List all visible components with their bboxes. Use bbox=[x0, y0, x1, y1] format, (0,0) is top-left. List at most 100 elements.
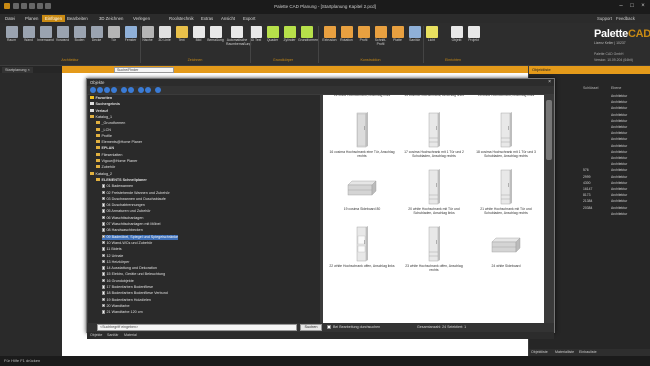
search-button[interactable]: Suchen bbox=[300, 324, 322, 331]
ribbon-button-5[interactable]: Decke bbox=[88, 25, 105, 56]
tree-node[interactable]: 21 Wandfarbe 120 cm bbox=[102, 310, 143, 315]
tree-node[interactable]: 05 Armaturen und Zubehör bbox=[102, 209, 151, 214]
tree-node[interactable]: 02 Freistehende Wannen und Zubehör bbox=[102, 190, 170, 196]
tree-node[interactable]: Katalog_1 bbox=[90, 114, 112, 120]
tree-node[interactable]: 11 Bidets bbox=[102, 247, 122, 252]
thumbnail-item[interactable]: 24 white Sideboard bbox=[471, 222, 541, 278]
ribbon-button-13[interactable]: Automatische Raumbemaßung bbox=[226, 25, 251, 56]
tree-node[interactable]: Elements@Home Planer bbox=[96, 140, 142, 145]
ribbon-button-20[interactable]: Profil bbox=[355, 25, 372, 56]
tree-node[interactable]: Verlauf bbox=[90, 108, 108, 114]
home-icon[interactable] bbox=[111, 87, 117, 93]
tree-node[interactable]: 09 Badmöbel, Spiegel und Spiegelschränke bbox=[102, 234, 179, 240]
scrollbar-thumb[interactable] bbox=[546, 100, 552, 160]
ribbon-button-24[interactable]: Licht bbox=[423, 25, 440, 56]
ribbon-button-10[interactable]: Text bbox=[173, 25, 190, 56]
menu-6[interactable]: Roolstechnik bbox=[166, 15, 197, 22]
thumbnail-item[interactable]: 22 white Hochschrank offen, Anschlag lin… bbox=[327, 222, 397, 278]
ribbon-button-18[interactable]: Extrusion bbox=[321, 25, 338, 56]
menu-4[interactable]: 3D Zeichnen bbox=[96, 15, 126, 22]
tree-node[interactable]: 07 Waschtischanlagen mit Möbel bbox=[102, 222, 160, 227]
expand-icon[interactable] bbox=[121, 87, 127, 93]
dialog-close-icon[interactable]: × bbox=[548, 79, 551, 86]
tree-node[interactable]: _LCN bbox=[96, 127, 111, 133]
thumbnail-item[interactable]: 12 clivia Hochschrank, Anschlag links bbox=[327, 95, 397, 107]
tree-node[interactable]: 03 Duschwannen und Duschablaufe bbox=[102, 196, 166, 202]
thumbnail-item[interactable]: 15 clivia Hochschrank, Anschlag links bbox=[471, 95, 541, 107]
ribbon-button-23[interactable]: Sanitär bbox=[406, 25, 423, 56]
ribbon-button-21[interactable]: Schnitt-Profil bbox=[372, 25, 389, 56]
ribbon-button-9[interactable]: 3D Linie bbox=[156, 25, 173, 56]
ribbon-button-16[interactable]: Zylinder bbox=[281, 25, 298, 56]
tree-node[interactable]: 15 Elektro, Geräte und Beleuchtung bbox=[102, 272, 165, 277]
ribbon-button-3[interactable]: Vorwand bbox=[54, 25, 71, 56]
thumbnail-scrollbar[interactable] bbox=[545, 95, 553, 323]
menu-2[interactable]: Einfügen bbox=[42, 15, 65, 22]
tree-node[interactable]: 14 Ausstattung und Dekoration bbox=[102, 266, 157, 271]
dialog-tab-1[interactable]: Sanitär bbox=[107, 333, 118, 337]
tree-node[interactable]: EPLAN bbox=[96, 146, 114, 151]
canvas-search-field[interactable]: Suche/Finder bbox=[114, 66, 174, 73]
tree-node[interactable]: 17 Bodenfarben Bodenfliese bbox=[102, 285, 153, 290]
collapse-icon[interactable] bbox=[128, 87, 134, 93]
menu-9[interactable]: Export bbox=[240, 15, 258, 22]
tree-node[interactable]: Profile bbox=[96, 133, 112, 139]
list-icon[interactable] bbox=[145, 87, 151, 93]
tree-node[interactable]: Fliesenlatten bbox=[96, 152, 122, 158]
menu-5[interactable]: Verlegen bbox=[130, 15, 153, 22]
tree-node[interactable]: 19 Bodenfarben Holzdielen bbox=[102, 297, 151, 303]
dialog-title-bar[interactable]: Objekte × bbox=[87, 79, 554, 86]
thumbnail-item[interactable]: 20 white Hochschrank mit Tür und Schubla… bbox=[399, 165, 469, 221]
close-button[interactable]: × bbox=[638, 2, 648, 11]
menu-right-1[interactable]: Feedback bbox=[616, 15, 635, 22]
column-level[interactable]: Ebene bbox=[611, 86, 621, 92]
tree-node[interactable]: 18 Bodenfarben Bodenfliese Verbund bbox=[102, 291, 168, 296]
search-checkbox[interactable] bbox=[327, 325, 331, 329]
tree-node[interactable]: Vigour@Home Planer bbox=[96, 159, 137, 164]
menu-8[interactable]: Ansicht bbox=[218, 15, 238, 22]
dialog-search-input[interactable]: <Suchbegriff eingeben> bbox=[97, 324, 297, 331]
ribbon-button-6[interactable]: Tür bbox=[105, 25, 122, 56]
tree-node[interactable]: 20 Wandfarbe bbox=[102, 303, 130, 309]
thumbnail-item[interactable]: 23 white Hochschrank offen, Anschlag rec… bbox=[399, 222, 469, 278]
ribbon-button-25[interactable]: Objekt bbox=[448, 25, 465, 56]
menu-1[interactable]: Planen bbox=[22, 15, 41, 22]
ribbon-button-26[interactable]: Projekt bbox=[465, 25, 482, 56]
object-panel-tab-1[interactable]: Materialliste bbox=[555, 350, 574, 354]
tree-node[interactable]: 16 Grundobjekte bbox=[102, 278, 134, 284]
ribbon-button-19[interactable]: Rotation bbox=[338, 25, 355, 56]
dialog-tab-2[interactable]: Material bbox=[124, 333, 137, 337]
ribbon-button-11[interactable]: Bild bbox=[190, 25, 207, 56]
tree-node[interactable]: 10 Wand-WCs und Zubehör bbox=[102, 240, 152, 246]
thumbnail-item[interactable]: 18 cosima Hochschrank mit 1 Tür und 3 Sc… bbox=[471, 108, 541, 164]
ribbon-button-7[interactable]: Fenster bbox=[122, 25, 139, 56]
thumbnail-item[interactable]: 17 cosima Hochschrank mit 1 Tür und 2 Sc… bbox=[399, 108, 469, 164]
thumbnail-item[interactable]: 19 cosima Sideboard 80 bbox=[327, 165, 397, 221]
ribbon-button-0[interactable]: Raum bbox=[3, 25, 20, 56]
thumbnail-item[interactable]: 13 cosima Hochschrank, Anschlag links bbox=[399, 95, 469, 107]
back-icon[interactable] bbox=[90, 87, 96, 93]
ribbon-button-15[interactable]: Quader bbox=[264, 25, 281, 56]
tree-node[interactable]: 04 Duschabtrennungen bbox=[102, 203, 145, 208]
tree-node[interactable]: 01 Badewannen bbox=[102, 184, 133, 189]
ribbon-button-2[interactable]: Innenwand bbox=[37, 25, 54, 56]
menu-right-0[interactable]: Support bbox=[597, 15, 612, 22]
tree-node[interactable]: 06 Waschtischanlagen bbox=[102, 215, 143, 221]
minimize-button[interactable]: – bbox=[616, 2, 626, 11]
object-panel-tab-0[interactable]: Objektliste bbox=[531, 350, 548, 354]
ribbon-button-17[interactable]: Grundformen bbox=[298, 25, 318, 56]
maximize-button[interactable]: □ bbox=[627, 2, 637, 11]
tree-node[interactable]: _Grundformen bbox=[96, 121, 125, 126]
column-key[interactable]: Schlüssel bbox=[583, 86, 598, 92]
tree-node[interactable]: Favoriten bbox=[90, 96, 112, 101]
ribbon-button-4[interactable]: Boden bbox=[71, 25, 88, 56]
menu-7[interactable]: Extras bbox=[198, 15, 216, 22]
up-icon[interactable] bbox=[104, 87, 110, 93]
help-icon[interactable] bbox=[155, 87, 161, 93]
tree-node[interactable]: ELEMENTS Schnellplaner bbox=[96, 177, 147, 183]
menu-0[interactable]: Datei bbox=[2, 15, 18, 22]
ribbon-button-1[interactable]: Wand bbox=[20, 25, 37, 56]
menu-3[interactable]: Bearbeiten bbox=[64, 15, 91, 22]
tree-node[interactable]: 13 Heizkörper bbox=[102, 259, 129, 265]
ribbon-button-8[interactable]: Nische bbox=[139, 25, 156, 56]
